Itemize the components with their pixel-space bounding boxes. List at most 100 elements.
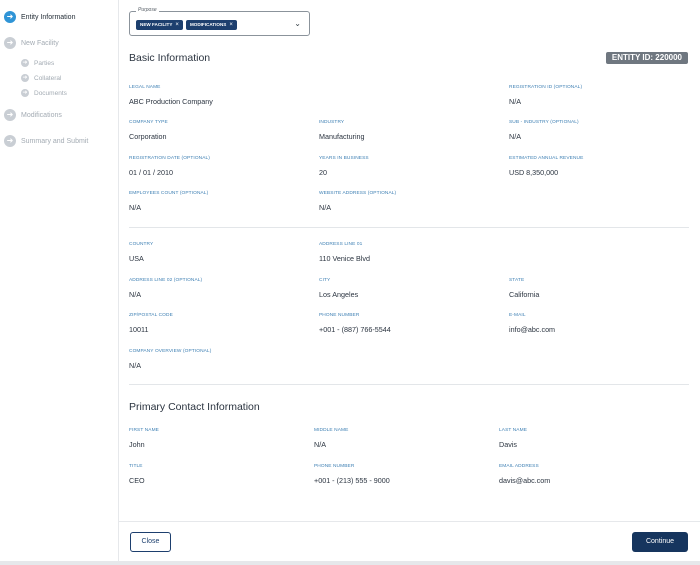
- field-company-overview: COMPANY OVERVIEW (OPTIONAL) N/A: [129, 349, 211, 370]
- sidebar-step-new-facility[interactable]: ➜ New Facility: [4, 37, 59, 49]
- field-label: LEGAL NAME: [129, 85, 161, 90]
- sidebar-substep-parties[interactable]: ➜ Parties: [21, 59, 54, 67]
- field-value: Davis: [499, 440, 517, 449]
- field-value: N/A: [509, 97, 521, 106]
- arrow-right-icon: ➜: [4, 135, 16, 147]
- field-label: LAST NAME: [499, 428, 528, 433]
- field-value: Los Angeles: [319, 290, 359, 299]
- field-label: CITY: [319, 278, 331, 283]
- field-label: ESTIMATED ANNUAL REVENUE: [509, 156, 584, 161]
- field-value: davis@abc.com: [499, 476, 551, 485]
- field-website: WEBSITE ADDRESS (OPTIONAL) N/A: [319, 191, 396, 212]
- arrow-right-icon: ➜: [21, 59, 29, 67]
- arrow-right-icon: ➜: [4, 37, 16, 49]
- basic-information-title: Basic Information: [129, 52, 211, 64]
- field-value: John: [129, 440, 145, 449]
- section-divider: [129, 227, 689, 228]
- sidebar-step-summary-and-submit[interactable]: ➜ Summary and Submit: [4, 135, 88, 147]
- field-registration-date: REGISTRATION DATE (OPTIONAL) 01 / 01 / 2…: [129, 156, 210, 177]
- field-city: CITY Los Angeles: [319, 278, 358, 299]
- field-employees-count: EMPLOYEES COUNT (OPTIONAL) N/A: [129, 191, 208, 212]
- footer-bar: Close Continue: [119, 521, 700, 561]
- sidebar-step-entity-information[interactable]: ➜ Entity Information: [4, 11, 75, 23]
- field-contact-title: TITLE CEO: [129, 464, 145, 485]
- field-label: REGISTRATION DATE (OPTIONAL): [129, 156, 210, 161]
- step-label: Modifications: [21, 111, 62, 119]
- main-content: Purpose NEW FACILITY × MODIFICATIONS × ⌄…: [119, 0, 700, 565]
- field-label: COUNTRY: [129, 242, 154, 247]
- close-button[interactable]: Close: [130, 532, 171, 552]
- field-label: SUB - INDUSTRY (OPTIONAL): [509, 120, 579, 125]
- field-value: California: [509, 290, 540, 299]
- field-address-line-1: ADDRESS LINE 01 110 Venice Blvd: [319, 242, 370, 263]
- field-value: N/A: [509, 132, 521, 141]
- field-industry: INDUSTRY Manufacturing: [319, 120, 365, 141]
- field-years-in-business: YEARS IN BUSINESS 20: [319, 156, 369, 177]
- field-label: WEBSITE ADDRESS (OPTIONAL): [319, 191, 397, 196]
- field-value: ABC Production Company: [129, 97, 213, 106]
- field-contact-email: EMAIL ADDRESS davis@abc.com: [499, 464, 550, 485]
- field-address-line-2: ADDRESS LINE 02 (OPTIONAL) N/A: [129, 278, 202, 299]
- primary-contact-title: Primary Contact Information: [129, 401, 260, 413]
- field-label: MIDDLE NAME: [314, 428, 349, 433]
- sidebar-stepper: ➜ Entity Information ➜ New Facility ➜ Pa…: [0, 0, 119, 565]
- field-label: E-MAIL: [509, 313, 526, 318]
- continue-button[interactable]: Continue: [632, 532, 688, 552]
- field-registration-id: REGISTRATION ID (OPTIONAL) N/A: [509, 85, 582, 106]
- field-label: INDUSTRY: [319, 120, 345, 125]
- field-value: 01 / 01 / 2010: [129, 168, 173, 177]
- field-email: E-MAIL info@abc.com: [509, 313, 555, 334]
- field-phone: PHONE NUMBER +001 - (887) 766-5544: [319, 313, 391, 334]
- sidebar-substep-documents[interactable]: ➜ Documents: [21, 89, 67, 97]
- substep-label: Parties: [34, 59, 55, 67]
- field-value: info@abc.com: [509, 325, 556, 334]
- field-label: ZIP/POSTAL CODE: [129, 313, 173, 318]
- chip-modifications[interactable]: MODIFICATIONS ×: [185, 20, 237, 30]
- field-value: N/A: [129, 203, 141, 212]
- field-label: ADDRESS LINE 01: [319, 242, 363, 247]
- section-divider: [129, 384, 689, 385]
- purpose-chips: NEW FACILITY × MODIFICATIONS ×: [136, 20, 237, 30]
- purpose-select[interactable]: Purpose NEW FACILITY × MODIFICATIONS × ⌄: [129, 7, 310, 36]
- horizontal-scrollbar[interactable]: [0, 561, 700, 565]
- field-label: STATE: [509, 278, 525, 283]
- field-value: +001 - (887) 766-5544: [319, 325, 391, 334]
- field-zip: ZIP/POSTAL CODE 10011: [129, 313, 173, 334]
- close-icon[interactable]: ×: [229, 20, 233, 30]
- step-label: Entity Information: [21, 13, 76, 21]
- field-value: CEO: [129, 476, 145, 485]
- field-label: ADDRESS LINE 02 (OPTIONAL): [129, 278, 203, 283]
- field-value: Manufacturing: [319, 132, 365, 141]
- step-label: New Facility: [21, 39, 59, 47]
- field-annual-revenue: ESTIMATED ANNUAL REVENUE USD 8,350,000: [509, 156, 583, 177]
- field-label: EMAIL ADDRESS: [499, 464, 539, 469]
- field-label: COMPANY TYPE: [129, 120, 168, 125]
- field-value: Corporation: [129, 132, 167, 141]
- field-value: N/A: [314, 440, 326, 449]
- field-value: 10011: [129, 325, 149, 334]
- field-label: TITLE: [129, 464, 143, 469]
- close-icon[interactable]: ×: [175, 20, 179, 30]
- sidebar-step-modifications[interactable]: ➜ Modifications: [4, 109, 62, 121]
- sidebar-substep-collateral[interactable]: ➜ Collateral: [21, 74, 61, 82]
- field-country: COUNTRY USA: [129, 242, 153, 263]
- chip-label: NEW FACILITY: [140, 22, 173, 27]
- chevron-down-icon[interactable]: ⌄: [294, 19, 301, 28]
- field-value: USA: [129, 254, 144, 263]
- field-value: 20: [319, 168, 327, 177]
- field-value: +001 - (213) 555 - 9000: [314, 476, 390, 485]
- field-label: PHONE NUMBER: [319, 313, 360, 318]
- chip-new-facility[interactable]: NEW FACILITY ×: [136, 20, 183, 30]
- field-label: EMPLOYEES COUNT (OPTIONAL): [129, 191, 209, 196]
- field-value: N/A: [319, 203, 331, 212]
- field-value: 110 Venice Blvd: [319, 254, 371, 263]
- field-sub-industry: SUB - INDUSTRY (OPTIONAL) N/A: [509, 120, 579, 141]
- field-label: PHONE NUMBER: [314, 464, 355, 469]
- purpose-label: Purpose: [136, 7, 159, 13]
- arrow-right-icon: ➜: [4, 109, 16, 121]
- field-label: FIRST NAME: [129, 428, 159, 433]
- entity-id-badge: ENTITY ID: 220000: [605, 52, 688, 64]
- step-label: Summary and Submit: [21, 137, 89, 145]
- field-company-type: COMPANY TYPE Corporation: [129, 120, 168, 141]
- field-last-name: LAST NAME Davis: [499, 428, 527, 449]
